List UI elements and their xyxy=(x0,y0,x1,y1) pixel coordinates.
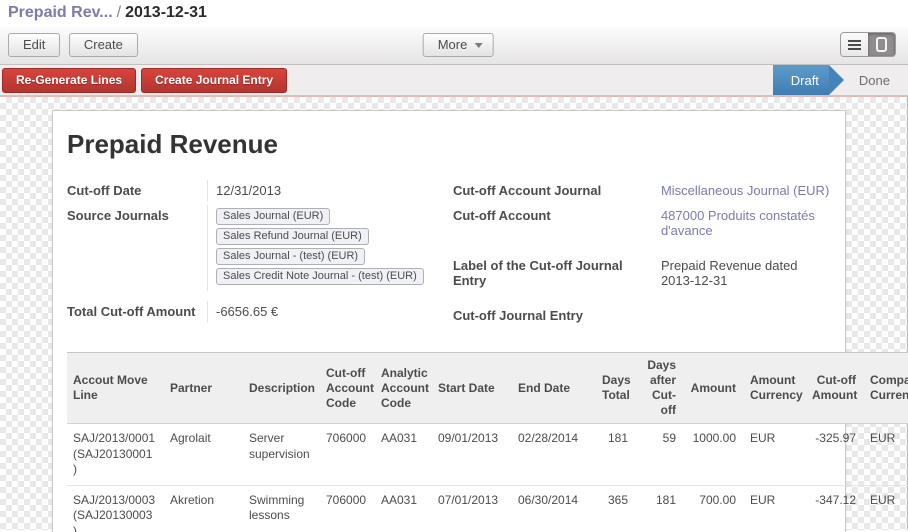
list-icon xyxy=(848,40,861,50)
source-journals-tags: Sales Journal (EUR) Sales Refund Journal … xyxy=(216,208,425,283)
table-cell[interactable]: 365 xyxy=(596,485,636,532)
table-cell[interactable]: Agrolait xyxy=(164,424,243,486)
cutoff-lines-table: Accout Move Line Partner Description Cut… xyxy=(67,352,908,532)
action-bar: Re-Generate Lines Create Journal Entry D… xyxy=(0,65,908,97)
field-entry-label: Label of the Cut-off Journal Entry Prepa… xyxy=(453,255,831,291)
table-cell[interactable]: 02/28/2014 xyxy=(512,424,596,486)
field-cutoff-journal-entry: Cut-off Journal Entry xyxy=(453,305,831,326)
table-cell[interactable]: EUR xyxy=(864,485,908,532)
create-button[interactable]: Create xyxy=(69,33,138,57)
cutoff-lines-tbody: SAJ/2013/0001 (SAJ20130001)AgrolaitServe… xyxy=(67,424,908,532)
table-cell[interactable]: SAJ/2013/0001 (SAJ20130001) xyxy=(67,424,164,486)
more-button-label: More xyxy=(438,37,468,52)
form-group-right: Cut-off Account Journal Miscellaneous Jo… xyxy=(453,180,831,330)
field-total-cutoff-amount: Total Cut-off Amount -6656.65 € xyxy=(67,301,453,322)
col-amount[interactable]: Amount xyxy=(684,353,744,424)
journal-tag[interactable]: Sales Refund Journal (EUR) xyxy=(216,228,369,245)
source-journals-value: Sales Journal (EUR) Sales Refund Journal … xyxy=(207,205,453,291)
table-cell[interactable]: 1000.00 xyxy=(684,424,744,486)
cutoff-account-journal-value[interactable]: Miscellaneous Journal (EUR) xyxy=(653,180,831,201)
table-cell[interactable]: Akretion xyxy=(164,485,243,532)
table-row[interactable]: SAJ/2013/0001 (SAJ20130001)AgrolaitServe… xyxy=(67,424,908,486)
table-cell[interactable]: 181 xyxy=(596,424,636,486)
edit-button[interactable]: Edit xyxy=(8,33,60,57)
table-cell[interactable]: 706000 xyxy=(320,424,375,486)
caret-down-icon xyxy=(474,43,482,48)
cutoff-lines-table-wrap: Accout Move Line Partner Description Cut… xyxy=(67,352,899,532)
list-view-button[interactable] xyxy=(841,33,868,56)
source-journals-label: Source Journals xyxy=(67,205,207,291)
table-cell[interactable]: -347.12 xyxy=(806,485,864,532)
entry-label-label: Label of the Cut-off Journal Entry xyxy=(453,255,653,291)
col-account-move-line[interactable]: Accout Move Line xyxy=(67,353,164,424)
table-cell[interactable]: EUR xyxy=(864,424,908,486)
table-row[interactable]: SAJ/2013/0003 (SAJ20130003)AkretionSwimm… xyxy=(67,485,908,532)
page-title: Prepaid Revenue xyxy=(67,129,831,160)
breadcrumb-separator: / xyxy=(113,4,125,21)
col-description[interactable]: Description xyxy=(243,353,320,424)
col-cutoff-account-code[interactable]: Cut-off Account Code xyxy=(320,353,375,424)
field-cutoff-account-journal: Cut-off Account Journal Miscellaneous Jo… xyxy=(453,180,831,201)
table-cell[interactable]: 706000 xyxy=(320,485,375,532)
cutoff-date-label: Cut-off Date xyxy=(67,180,207,201)
table-cell[interactable]: 07/01/2013 xyxy=(432,485,512,532)
breadcrumb: Prepaid Rev.../2013-12-31 xyxy=(0,0,908,26)
table-cell[interactable]: 181 xyxy=(636,485,684,532)
entry-label-value: Prepaid Revenue dated 2013-12-31 xyxy=(653,255,831,291)
cutoff-account-label: Cut-off Account xyxy=(453,205,653,241)
total-cutoff-amount-label: Total Cut-off Amount xyxy=(67,301,207,322)
cutoff-account-value[interactable]: 487000 Produits constatés d'avance xyxy=(653,205,831,241)
table-cell[interactable]: EUR xyxy=(744,485,806,532)
col-days-after-cutoff[interactable]: Days after Cut-off xyxy=(636,353,684,424)
form-columns: Cut-off Date 12/31/2013 Source Journals … xyxy=(67,180,831,330)
field-source-journals: Source Journals Sales Journal (EUR)Sales… xyxy=(67,205,453,291)
field-cutoff-account: Cut-off Account 487000 Produits constaté… xyxy=(453,205,831,241)
col-partner[interactable]: Partner xyxy=(164,353,243,424)
col-analytic-account-code[interactable]: Analytic Account Code xyxy=(375,353,432,424)
journal-tag[interactable]: Sales Journal (EUR) xyxy=(216,208,330,225)
field-cutoff-date: Cut-off Date 12/31/2013 xyxy=(67,180,453,201)
form-sheet: Prepaid Revenue Cut-off Date 12/31/2013 … xyxy=(52,110,846,532)
table-cell[interactable]: EUR xyxy=(744,424,806,486)
cutoff-journal-entry-label: Cut-off Journal Entry xyxy=(453,305,653,326)
col-company-currency[interactable]: Company Currency xyxy=(864,353,908,424)
regenerate-lines-button[interactable]: Re-Generate Lines xyxy=(2,68,136,93)
table-cell[interactable]: 06/30/2014 xyxy=(512,485,596,532)
form-icon xyxy=(876,37,887,52)
table-cell[interactable]: SAJ/2013/0003 (SAJ20130003) xyxy=(67,485,164,532)
table-cell[interactable]: 09/01/2013 xyxy=(432,424,512,486)
table-cell[interactable]: Swimming lessons xyxy=(243,485,320,532)
total-cutoff-amount-value: -6656.65 € xyxy=(207,301,453,322)
col-end-date[interactable]: End Date xyxy=(512,353,596,424)
table-cell[interactable]: AA031 xyxy=(375,485,432,532)
form-view-button[interactable] xyxy=(868,33,895,56)
journal-tag[interactable]: Sales Journal - (test) (EUR) xyxy=(216,248,365,265)
status-done[interactable]: Done xyxy=(845,65,908,95)
toolbar: Edit Create More xyxy=(0,26,908,65)
content-area: Prepaid Revenue Cut-off Date 12/31/2013 … xyxy=(0,97,908,530)
col-start-date[interactable]: Start Date xyxy=(432,353,512,424)
table-cell[interactable]: 700.00 xyxy=(684,485,744,532)
col-amount-currency[interactable]: Amount Currency xyxy=(744,353,806,424)
table-cell[interactable]: Server supervision xyxy=(243,424,320,486)
breadcrumb-current: 2013-12-31 xyxy=(125,4,207,21)
cutoff-account-journal-label: Cut-off Account Journal xyxy=(453,180,653,201)
more-button[interactable]: More xyxy=(423,33,494,57)
status-draft[interactable]: Draft xyxy=(773,65,829,95)
statusbar: Draft Done xyxy=(773,65,908,95)
breadcrumb-parent[interactable]: Prepaid Rev... xyxy=(8,4,113,21)
table-cell[interactable]: -325.97 xyxy=(806,424,864,486)
col-days-total[interactable]: Days Total xyxy=(596,353,636,424)
view-switcher xyxy=(840,32,896,57)
form-group-left: Cut-off Date 12/31/2013 Source Journals … xyxy=(67,180,453,330)
cutoff-date-value[interactable]: 12/31/2013 xyxy=(207,180,453,201)
cutoff-journal-entry-value xyxy=(653,305,831,326)
create-journal-entry-button[interactable]: Create Journal Entry xyxy=(141,68,287,93)
table-cell[interactable]: AA031 xyxy=(375,424,432,486)
table-cell[interactable]: 59 xyxy=(636,424,684,486)
col-cutoff-amount[interactable]: Cut-off Amount xyxy=(806,353,864,424)
journal-tag[interactable]: Sales Credit Note Journal - (test) (EUR) xyxy=(216,268,424,285)
table-header-row: Accout Move Line Partner Description Cut… xyxy=(67,353,908,424)
